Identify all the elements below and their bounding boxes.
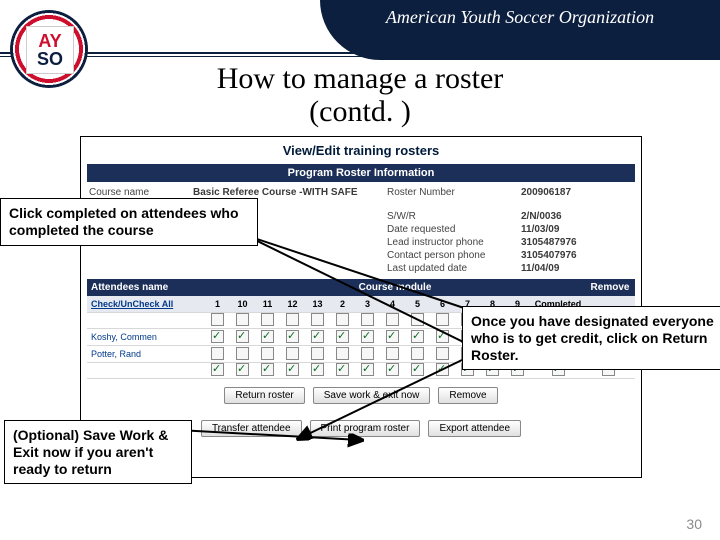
- callout-save-exit: (Optional) Save Work & Exit now if you a…: [4, 420, 192, 484]
- callout-click-completed: Click completed on attendees who complet…: [0, 198, 258, 246]
- callout-return-roster: Once you have designated everyone who is…: [462, 306, 720, 370]
